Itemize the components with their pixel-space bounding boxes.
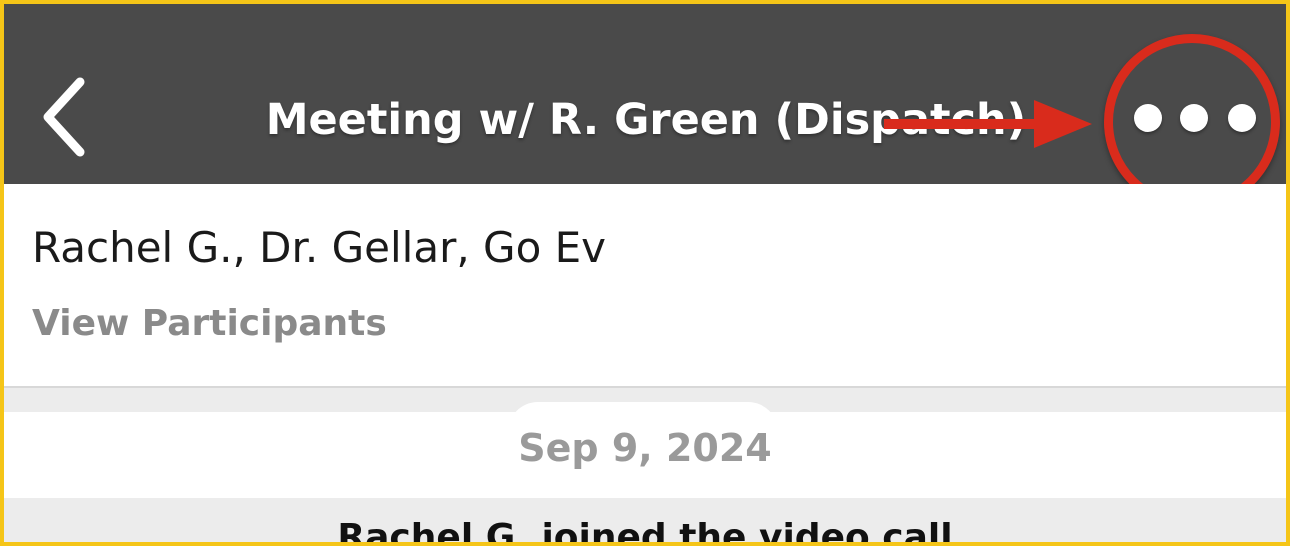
screenshot-frame: Meeting w/ R. Green (Dispatch) Rachel G.…: [0, 0, 1290, 546]
back-button[interactable]: [34, 72, 104, 162]
more-dot: [1180, 104, 1208, 132]
more-dot: [1134, 104, 1162, 132]
system-message-band: Rachel G. joined the video call: [4, 498, 1286, 546]
participants-panel: Rachel G., Dr. Gellar, Go Ev View Partic…: [4, 184, 1286, 388]
date-separator: Sep 9, 2024: [518, 426, 772, 470]
page-title: Meeting w/ R. Green (Dispatch): [265, 95, 1027, 145]
more-dot: [1228, 104, 1256, 132]
top-navigation-bar: Meeting w/ R. Green (Dispatch): [4, 4, 1286, 184]
system-message: Rachel G. joined the video call: [337, 517, 953, 546]
more-options-button[interactable]: [1122, 80, 1272, 156]
participant-names: Rachel G., Dr. Gellar, Go Ev: [32, 223, 607, 272]
chevron-left-icon: [43, 77, 85, 157]
view-participants-link[interactable]: View Participants: [32, 302, 387, 346]
chat-area: Sep 9, 2024 Rachel G. joined the video c…: [4, 388, 1286, 546]
